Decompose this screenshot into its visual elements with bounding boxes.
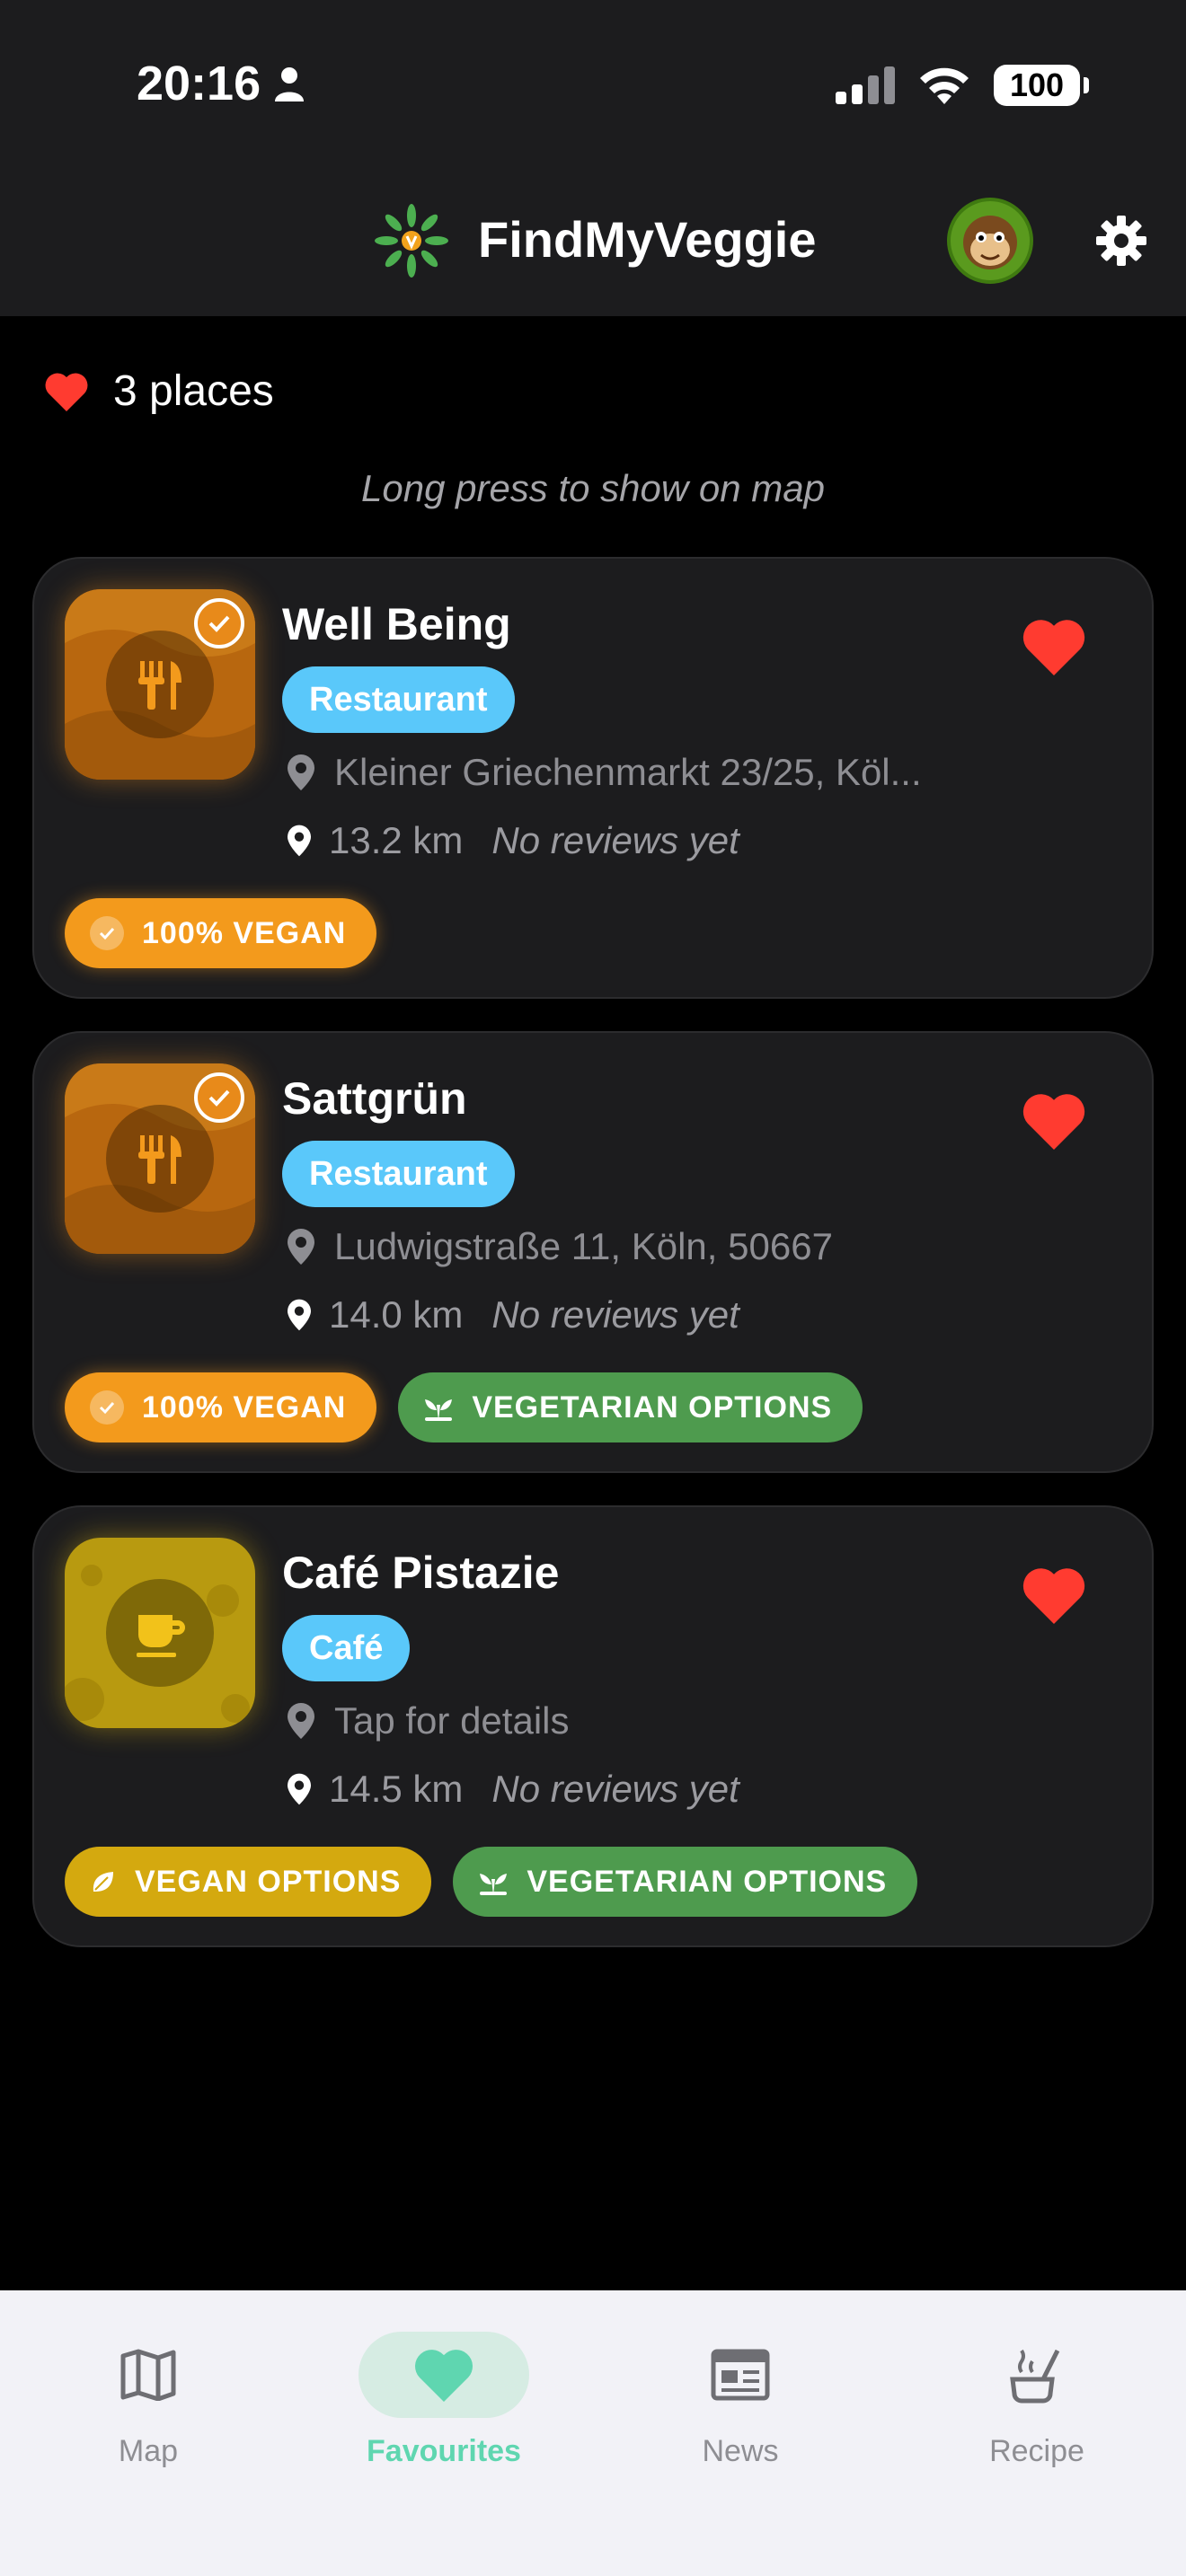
top-bar: 20:16 100 FindMyVeggie bbox=[0, 0, 1186, 316]
place-card[interactable]: Sattgrün Restaurant Ludwigstraße 11, Köl… bbox=[32, 1031, 1154, 1473]
avatar[interactable] bbox=[947, 198, 1033, 284]
wifi-icon bbox=[920, 67, 969, 104]
sprout-icon bbox=[480, 1874, 508, 1895]
tab-map[interactable]: Map bbox=[40, 2332, 256, 2511]
favourite-heart-icon[interactable] bbox=[1022, 1092, 1085, 1150]
place-distance: 13.2 km No reviews yet bbox=[288, 819, 739, 862]
place-type-badge: Restaurant bbox=[282, 1141, 515, 1207]
place-card[interactable]: Well Being Restaurant Kleiner Griechenma… bbox=[32, 557, 1154, 999]
monkey-avatar-icon bbox=[963, 216, 1017, 269]
place-address: Tap for details bbox=[288, 1699, 1024, 1742]
favourite-heart-icon[interactable] bbox=[1022, 1566, 1085, 1624]
status-indicators: 100 bbox=[836, 65, 1089, 106]
fork-knife-icon bbox=[138, 661, 181, 710]
battery-indicator: 100 bbox=[994, 65, 1089, 106]
location-pin-icon bbox=[288, 754, 314, 790]
place-address: Kleiner Griechenmarkt 23/25, Köl... bbox=[288, 751, 1024, 794]
check-circle-icon bbox=[90, 1390, 124, 1425]
distance-pin-icon bbox=[288, 825, 311, 857]
place-thumbnail bbox=[65, 1538, 255, 1728]
place-tags: VEGAN OPTIONS VEGETARIAN OPTIONS bbox=[65, 1847, 918, 1917]
heart-icon bbox=[45, 373, 88, 411]
long-press-hint: Long press to show on map bbox=[361, 467, 825, 509]
place-card[interactable]: Café Pistazie Café Tap for details 14.5 … bbox=[32, 1505, 1154, 1947]
place-name: Sattgrün bbox=[282, 1073, 467, 1124]
tag-vegetarian-options: VEGETARIAN OPTIONS bbox=[398, 1372, 863, 1442]
signal-icon bbox=[836, 66, 895, 104]
tab-news[interactable]: News bbox=[633, 2332, 848, 2511]
place-type-badge: Café bbox=[282, 1615, 411, 1681]
leaf-icon bbox=[93, 1872, 113, 1892]
place-tags: 100% VEGAN bbox=[65, 898, 377, 968]
newspaper-icon bbox=[711, 2349, 770, 2401]
favourite-heart-icon[interactable] bbox=[1022, 618, 1085, 675]
sprout-icon bbox=[425, 1399, 453, 1421]
distance-pin-icon bbox=[288, 1299, 311, 1331]
location-pin-icon bbox=[288, 1229, 314, 1265]
app-header: FindMyVeggie bbox=[0, 180, 1186, 305]
tag-vegan-options: VEGAN OPTIONS bbox=[65, 1847, 432, 1917]
location-pin-icon bbox=[288, 1703, 314, 1739]
tag-vegetarian-options: VEGETARIAN OPTIONS bbox=[453, 1847, 918, 1917]
place-name: Well Being bbox=[282, 599, 511, 649]
tab-recipe[interactable]: Recipe bbox=[929, 2332, 1145, 2511]
heart-icon bbox=[415, 2350, 473, 2402]
cooking-pot-icon bbox=[1010, 2349, 1060, 2404]
logo-icon bbox=[375, 204, 448, 278]
distance-pin-icon bbox=[288, 1773, 311, 1805]
place-distance: 14.0 km No reviews yet bbox=[288, 1293, 739, 1337]
reviews-text: No reviews yet bbox=[491, 819, 739, 861]
reviews-text: No reviews yet bbox=[491, 1293, 739, 1336]
person-icon bbox=[275, 67, 305, 101]
place-tags: 100% VEGAN VEGETARIAN OPTIONS bbox=[65, 1372, 863, 1442]
tag-100-vegan: 100% VEGAN bbox=[65, 1372, 377, 1442]
tag-100-vegan: 100% VEGAN bbox=[65, 898, 377, 968]
verified-check-icon bbox=[194, 1072, 244, 1123]
tab-favourites[interactable]: Favourites bbox=[336, 2332, 552, 2511]
fork-knife-icon bbox=[138, 1135, 181, 1184]
bottom-tab-bar: Map Favourites News Recipe bbox=[0, 2290, 1186, 2576]
settings-gear-icon[interactable] bbox=[1094, 214, 1148, 268]
place-address: Ludwigstraße 11, Köln, 50667 bbox=[288, 1225, 1024, 1268]
place-distance: 14.5 km No reviews yet bbox=[288, 1768, 739, 1811]
favourites-count: 3 places bbox=[45, 366, 274, 416]
verified-check-icon bbox=[194, 598, 244, 648]
check-circle-icon bbox=[90, 916, 124, 950]
app-title: FindMyVeggie bbox=[478, 211, 817, 268]
status-time: 20:16 bbox=[137, 56, 305, 111]
map-icon bbox=[120, 2349, 176, 2401]
place-type-badge: Restaurant bbox=[282, 666, 515, 733]
coffee-cup-icon bbox=[137, 1615, 185, 1657]
reviews-text: No reviews yet bbox=[491, 1768, 739, 1810]
place-name: Café Pistazie bbox=[282, 1548, 560, 1598]
